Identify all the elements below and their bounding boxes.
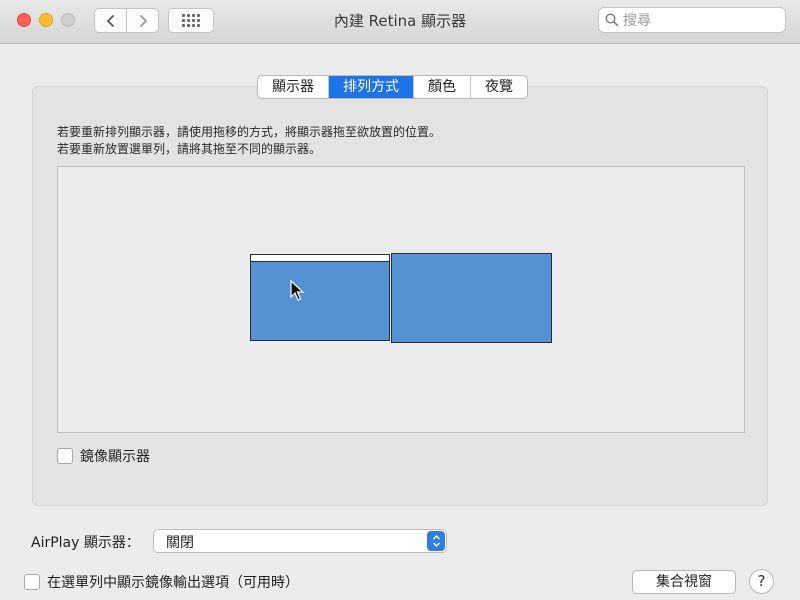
- instruction-line-1: 若要重新排列顯示器，請使用拖移的方式，將顯示器拖至欲放置的位置。: [57, 125, 442, 139]
- search-placeholder: 搜尋: [623, 13, 651, 29]
- main-display[interactable]: [250, 254, 390, 341]
- show-mirroring-label: 在選單列中顯示鏡像輸出選項（可用時）: [47, 575, 299, 591]
- grid-icon: [182, 14, 200, 27]
- secondary-display[interactable]: [391, 253, 552, 343]
- forward-button[interactable]: [126, 8, 159, 33]
- mouse-pointer-icon: [290, 280, 305, 301]
- gather-windows-button[interactable]: 集合視窗: [632, 570, 736, 594]
- chevron-right-icon: [139, 14, 147, 27]
- airplay-selected-value: 關閉: [166, 535, 194, 551]
- show-mirroring-checkbox[interactable]: [24, 574, 40, 590]
- window-title: 內建 Retina 顯示器: [333, 12, 467, 30]
- back-button[interactable]: [94, 8, 127, 33]
- search-field[interactable]: 搜尋: [598, 7, 786, 33]
- search-icon: [605, 13, 619, 27]
- arrangement-instructions: 若要重新排列顯示器，請使用拖移的方式，將顯示器拖至欲放置的位置。 若要重新放置選…: [57, 124, 441, 158]
- zoom-window-button[interactable]: [61, 13, 75, 27]
- tab-arrangement[interactable]: 排列方式: [329, 76, 414, 98]
- instruction-line-2: 若要重新放置選單列，請將其拖至不同的顯示器。: [57, 142, 322, 156]
- tab-night-shift[interactable]: 夜覽: [471, 76, 527, 98]
- menu-bar-handle[interactable]: [251, 255, 389, 262]
- tab-color[interactable]: 顏色: [414, 76, 471, 98]
- tab-display[interactable]: 顯示器: [258, 76, 329, 98]
- airplay-label: AirPlay 顯示器：: [31, 535, 140, 551]
- minimize-window-button[interactable]: [39, 13, 53, 27]
- tab-bar: 顯示器 排列方式 顏色 夜覽: [257, 75, 528, 99]
- show-all-button[interactable]: [168, 8, 214, 33]
- show-mirroring-option[interactable]: 在選單列中顯示鏡像輸出選項（可用時）: [24, 572, 299, 592]
- title-bar: 內建 Retina 顯示器 搜尋: [0, 0, 800, 44]
- up-down-arrows-icon: [427, 531, 445, 551]
- close-window-button[interactable]: [17, 13, 31, 27]
- mirror-displays-checkbox[interactable]: [57, 448, 73, 464]
- airplay-display-select[interactable]: 關閉: [153, 529, 447, 553]
- mirror-displays-option[interactable]: 鏡像顯示器: [57, 446, 150, 466]
- mirror-displays-label: 鏡像顯示器: [80, 449, 150, 465]
- chevron-left-icon: [106, 14, 114, 27]
- help-button[interactable]: ?: [749, 569, 774, 594]
